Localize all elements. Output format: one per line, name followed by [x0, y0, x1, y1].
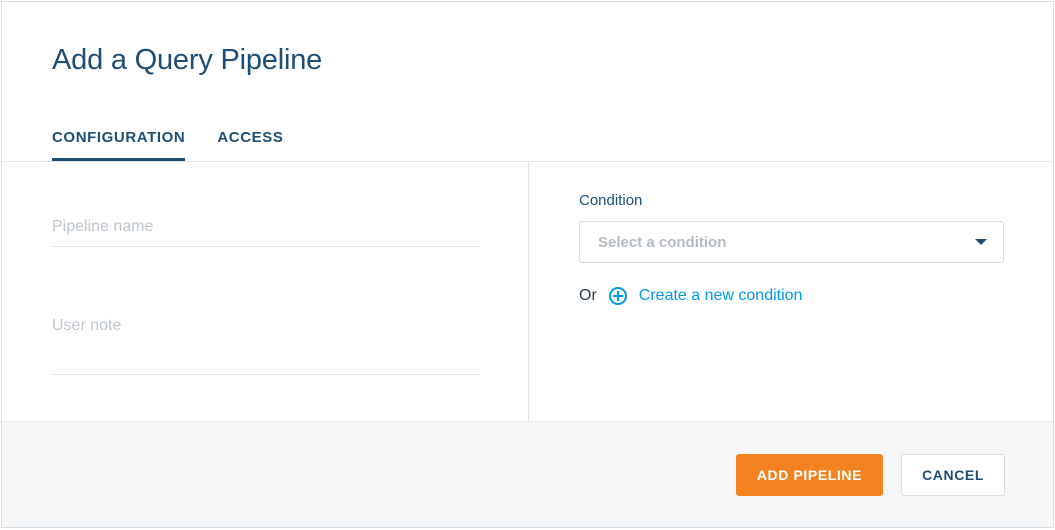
or-text: Or: [579, 287, 597, 305]
create-condition-link[interactable]: Create a new condition: [639, 287, 803, 305]
or-create-row: Or Create a new condition: [579, 287, 1005, 305]
modal-header: Add a Query Pipeline: [2, 2, 1053, 77]
user-note-input[interactable]: [52, 311, 480, 375]
condition-select[interactable]: Select a condition: [579, 221, 1004, 263]
tab-configuration[interactable]: CONFIGURATION: [52, 129, 185, 161]
add-pipeline-button[interactable]: ADD PIPELINE: [736, 454, 883, 496]
modal-footer: ADD PIPELINE CANCEL: [2, 421, 1053, 527]
plus-circle-icon: [609, 287, 627, 305]
pipeline-name-field-wrapper: [52, 212, 478, 247]
panels-container: Condition Select a condition Or Create a…: [2, 161, 1053, 421]
condition-label: Condition: [579, 192, 1005, 209]
tab-bar: CONFIGURATION ACCESS: [2, 129, 1053, 161]
chevron-down-icon: [975, 239, 987, 245]
pipeline-name-input[interactable]: [52, 212, 480, 247]
configuration-panel-left: [2, 162, 529, 421]
configuration-panel-right: Condition Select a condition Or Create a…: [529, 162, 1053, 421]
add-query-pipeline-modal: Add a Query Pipeline CONFIGURATION ACCES…: [1, 1, 1054, 528]
user-note-field-wrapper: [52, 311, 478, 380]
tab-access[interactable]: ACCESS: [217, 129, 283, 161]
modal-title: Add a Query Pipeline: [52, 44, 1003, 77]
condition-select-placeholder: Select a condition: [598, 234, 726, 251]
cancel-button[interactable]: CANCEL: [901, 454, 1005, 496]
